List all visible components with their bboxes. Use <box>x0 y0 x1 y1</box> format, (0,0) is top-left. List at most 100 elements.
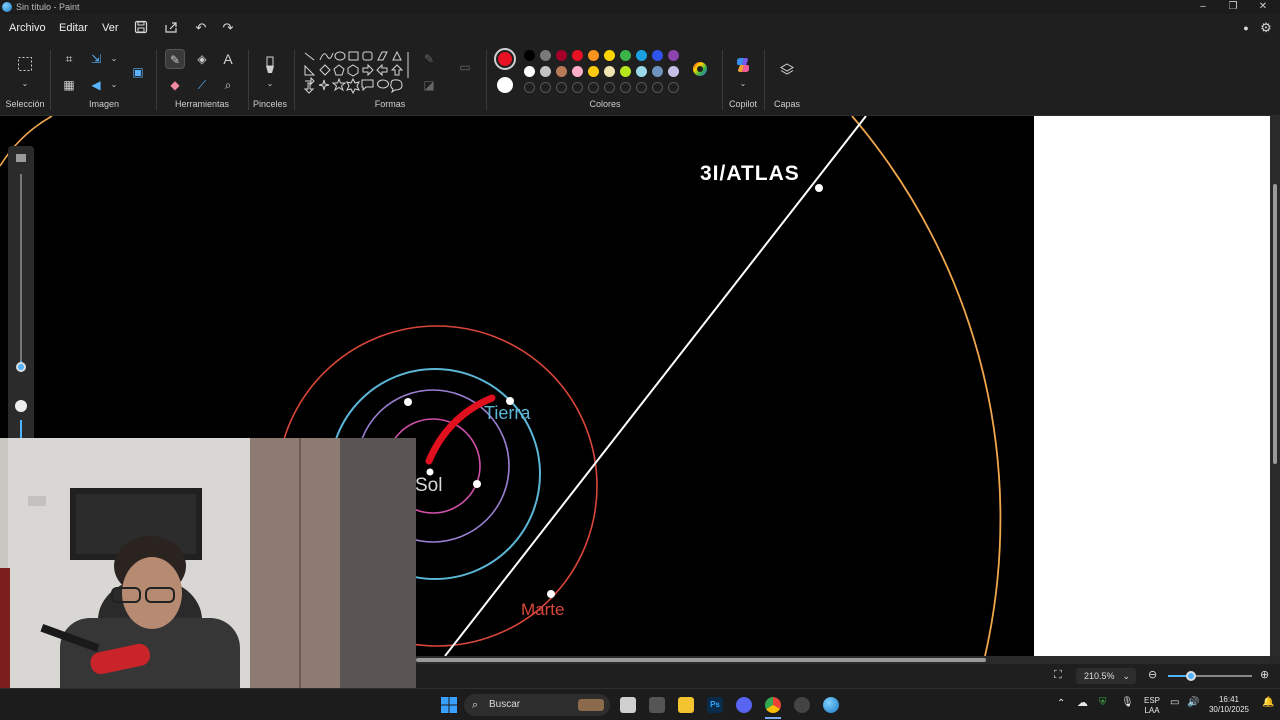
shape-fill-icon[interactable]: ▭ <box>455 57 475 77</box>
palette-color-swatch[interactable] <box>556 66 567 77</box>
photoshop-icon[interactable]: Ps <box>707 697 723 713</box>
app-icon[interactable] <box>794 697 810 713</box>
custom-color-slot[interactable] <box>652 82 663 93</box>
display-icon[interactable]: ▭ <box>1170 698 1179 708</box>
custom-color-slot[interactable] <box>524 82 535 93</box>
custom-color-slot[interactable] <box>636 82 647 93</box>
copilot-dropdown-chevron-icon[interactable]: ⌄ <box>733 74 753 94</box>
copilot-status-icon[interactable]: ● <box>1238 20 1254 36</box>
custom-color-slot[interactable] <box>668 82 679 93</box>
pencil-icon[interactable]: ✎ <box>165 49 185 69</box>
palette-color-swatch[interactable] <box>668 66 679 77</box>
shape-fill-style-icon[interactable]: ◪ <box>419 75 439 95</box>
zoom-slider-thumb[interactable] <box>1186 671 1196 681</box>
rotate-icon[interactable]: ◀ <box>86 75 106 95</box>
palette-color-swatch[interactable] <box>652 66 663 77</box>
notifications-bell-icon[interactable]: 🔔 <box>1262 698 1274 708</box>
palette-color-swatch[interactable] <box>620 66 631 77</box>
security-shield-icon[interactable]: ⛨ <box>1099 698 1107 708</box>
windows-start-icon[interactable] <box>441 697 457 713</box>
resize-icon[interactable]: ⇲ <box>86 49 106 69</box>
fill-bucket-icon[interactable]: ◈ <box>192 49 212 69</box>
onedrive-icon[interactable]: ☁ <box>1077 698 1088 709</box>
zoom-out-icon[interactable]: ⊖ <box>1148 668 1157 681</box>
zoom-level-dropdown[interactable]: 210.5% ⌄ <box>1076 668 1136 684</box>
clock[interactable]: 16:41 30/10/2025 <box>1206 695 1252 715</box>
custom-color-slot[interactable] <box>604 82 615 93</box>
crop-icon[interactable]: ⌗ <box>59 49 79 69</box>
microphone-icon[interactable]: 🎙 <box>1121 698 1134 708</box>
save-icon[interactable] <box>133 20 149 36</box>
palette-color-swatch[interactable] <box>572 50 583 61</box>
palette-color-swatch[interactable] <box>556 50 567 61</box>
zoom-in-icon[interactable]: ⊕ <box>1260 668 1269 681</box>
rectangle-select-icon[interactable] <box>15 56 35 76</box>
palette-color-swatch[interactable] <box>540 50 551 61</box>
layers-icon[interactable] <box>777 62 797 82</box>
palette-color-swatch[interactable] <box>524 50 535 61</box>
chrome-icon[interactable] <box>765 697 781 713</box>
vertical-scrollbar[interactable] <box>1270 116 1280 656</box>
select-dropdown-chevron-icon[interactable]: ⌄ <box>15 74 35 94</box>
text-tool-icon[interactable]: A <box>218 49 238 69</box>
custom-color-slot[interactable] <box>572 82 583 93</box>
color-picker-icon[interactable]: ⟋ <box>192 75 212 95</box>
settings-gear-icon[interactable]: ⚙ <box>1258 20 1274 36</box>
custom-color-slot[interactable] <box>556 82 567 93</box>
vertical-scroll-thumb[interactable] <box>1273 184 1277 464</box>
primary-color-ring[interactable] <box>494 48 516 70</box>
maximize-icon[interactable]: ❐ <box>1218 0 1248 14</box>
rotate-dropdown-chevron-icon[interactable]: ⌄ <box>104 75 124 95</box>
share-icon[interactable] <box>163 20 179 36</box>
size-slider-track[interactable] <box>20 174 22 372</box>
shapes-gallery[interactable] <box>302 50 410 98</box>
canvas-white-area[interactable] <box>1034 116 1270 656</box>
menu-editar[interactable]: Editar <box>59 22 88 34</box>
custom-color-slot[interactable] <box>540 82 551 93</box>
printer-app-icon[interactable] <box>649 697 665 713</box>
palette-color-swatch[interactable] <box>636 50 647 61</box>
eraser-icon[interactable]: ◆ <box>165 75 185 95</box>
discord-icon[interactable] <box>736 697 752 713</box>
undo-icon[interactable]: ↶ <box>193 20 209 36</box>
minimize-icon[interactable]: – <box>1188 0 1218 14</box>
palette-color-swatch[interactable] <box>636 66 647 77</box>
redo-icon[interactable]: ↷ <box>220 20 236 36</box>
horizontal-scroll-thumb[interactable] <box>416 658 986 662</box>
brush-icon[interactable] <box>260 56 280 76</box>
volume-icon[interactable]: 🔊 <box>1187 698 1199 708</box>
file-explorer-icon[interactable] <box>678 697 694 713</box>
palette-color-swatch[interactable] <box>588 66 599 77</box>
close-icon[interactable]: ✕ <box>1248 0 1278 14</box>
palette-color-swatch[interactable] <box>572 66 583 77</box>
palette-color-swatch[interactable] <box>540 66 551 77</box>
palette-color-swatch[interactable] <box>652 50 663 61</box>
tray-chevron-icon[interactable]: ⌃ <box>1057 699 1065 709</box>
fit-to-window-icon[interactable]: ⛶ <box>1054 669 1062 682</box>
image-background-icon[interactable]: ▣ <box>128 62 148 82</box>
magnifier-icon[interactable]: ⌕ <box>218 75 238 95</box>
palette-color-swatch[interactable] <box>668 50 679 61</box>
secondary-color-swatch[interactable] <box>497 77 513 93</box>
task-view-icon[interactable] <box>620 697 636 713</box>
shape-outline-icon[interactable]: ✎ <box>419 49 439 69</box>
size-slider-thumb[interactable] <box>16 362 26 372</box>
custom-color-slot[interactable] <box>620 82 631 93</box>
paint-taskbar-icon[interactable] <box>823 697 839 713</box>
language-indicator[interactable]: ESP LAA <box>1141 696 1163 716</box>
palette-color-swatch[interactable] <box>604 50 615 61</box>
taskbar-search-box[interactable]: ⌕ Buscar <box>464 694 610 716</box>
resize-dropdown-chevron-icon[interactable]: ⌄ <box>104 49 124 69</box>
image-select-all-icon[interactable]: ▦ <box>59 75 79 95</box>
horizontal-scrollbar[interactable] <box>416 656 1270 664</box>
edit-colors-rainbow-icon[interactable] <box>690 60 710 80</box>
custom-color-slot[interactable] <box>588 82 599 93</box>
menu-ver[interactable]: Ver <box>102 22 119 34</box>
brush-dropdown-chevron-icon[interactable]: ⌄ <box>260 74 280 94</box>
menu-archivo[interactable]: Archivo <box>9 22 46 34</box>
copilot-icon[interactable] <box>733 56 753 76</box>
palette-color-swatch[interactable] <box>620 50 631 61</box>
palette-color-swatch[interactable] <box>604 66 615 77</box>
palette-color-swatch[interactable] <box>588 50 599 61</box>
palette-color-swatch[interactable] <box>524 66 535 77</box>
